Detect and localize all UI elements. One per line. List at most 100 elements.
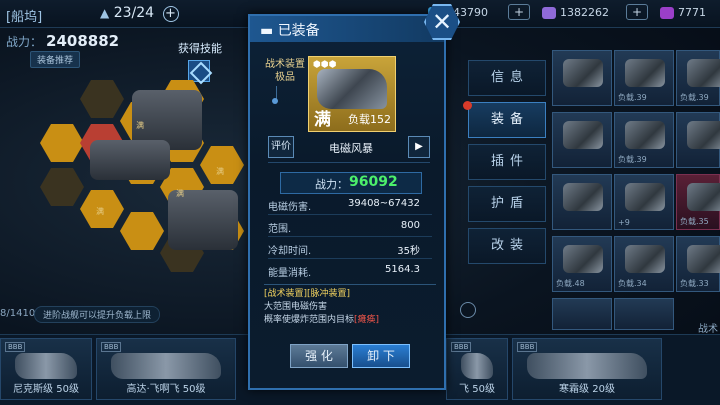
inventory-item[interactable]: 负载.33 [676, 236, 720, 292]
item-load-label: 负载.39 [618, 155, 647, 164]
ship-grade-tag: BBB [451, 342, 472, 352]
tab-info[interactable]: 信息 [468, 60, 546, 96]
ship-icon: ▲ [100, 6, 110, 20]
stat-value: 800 [400, 220, 420, 231]
item-load-label: 负载.39 [618, 93, 647, 102]
item-load-label: 负载.48 [556, 279, 585, 288]
equipment-thumbnail [563, 245, 603, 273]
inventory-item[interactable]: 负载.34 [614, 236, 674, 292]
dock-title: [船坞] [6, 10, 43, 25]
ship-hull [90, 140, 170, 180]
unequip-button[interactable]: 卸 下 [352, 344, 410, 368]
item-category-text: 战术装置 极品 [265, 59, 305, 83]
stat-label: 能量消耗. [268, 268, 312, 279]
equipment-thumbnail [625, 59, 665, 87]
add-ore-button[interactable]: + [508, 4, 530, 20]
equipment-thumbnail [625, 121, 665, 149]
modal-title-text: 已装备 [277, 23, 320, 39]
ship-card[interactable]: BBB 高达·飞啊飞 50级 [96, 338, 236, 400]
rotate-icon[interactable] [460, 302, 476, 318]
stat-label: 范围. [268, 224, 292, 235]
ship-grade-tag: BBB [5, 342, 26, 352]
item-load-label: +9 [618, 218, 630, 227]
purple-cube-icon [660, 7, 674, 19]
inventory-item[interactable]: 负载.39 [614, 50, 674, 106]
ship-card-label: 高达·飞啊飞 50级 [126, 384, 206, 395]
item-load: 负载152 [348, 113, 391, 126]
equipment-thumbnail [625, 183, 665, 211]
tab-shield[interactable]: 护盾 [468, 186, 546, 222]
enhance-button[interactable]: 强 化 [290, 344, 348, 368]
resource-cube: 7771 [660, 6, 706, 19]
inventory-item[interactable]: 负载.39 [676, 50, 720, 106]
inventory-item[interactable]: 负载.48 [552, 236, 612, 292]
add-crystal-button[interactable]: + [626, 4, 648, 20]
equipment-thumbnail [563, 59, 603, 87]
ship-thumbnail [527, 353, 647, 379]
page-indicator: 8/1410 [0, 308, 36, 319]
equipment-thumbnail [687, 59, 720, 87]
description-text: 大范围 [264, 302, 292, 312]
modal-header: ▬ 已装备 [250, 16, 444, 42]
equipment-thumbnail [687, 245, 720, 273]
inventory-item[interactable] [676, 112, 720, 168]
item-load-label: 负载.33 [680, 279, 709, 288]
evaluate-button[interactable]: 评价 [268, 136, 294, 158]
inventory-item[interactable] [552, 112, 612, 168]
ship-thumbnail [111, 353, 221, 379]
hex-full-label: 满 [96, 207, 104, 216]
notification-dot [463, 101, 472, 110]
item-load-label: 负载.34 [618, 279, 647, 288]
hex-full-label: 满 [176, 189, 184, 198]
stat-value: 39408~67432 [347, 198, 420, 209]
item-load-label: 负载.39 [680, 93, 709, 102]
equipment-thumbnail [687, 183, 720, 211]
play-preview-button[interactable]: ▶ [408, 136, 430, 158]
equipment-recommend-button[interactable]: 装备推荐 [30, 51, 81, 68]
ship-card[interactable]: BBB 尼克斯级 50级 [0, 338, 92, 400]
ship-thumbnail [15, 353, 77, 379]
tab-plugin[interactable]: 插件 [468, 144, 546, 180]
modal-title: ▬ 已装备 [260, 23, 320, 39]
stat-label: 冷却时间. [268, 246, 312, 257]
inventory-item[interactable]: +9 [614, 174, 674, 230]
side-label: 战术 [698, 324, 718, 335]
item-load-label: 负载.35 [680, 217, 709, 226]
inventory-item[interactable] [552, 174, 612, 230]
inventory-item[interactable]: 负载.39 [614, 112, 674, 168]
inventory-item[interactable] [614, 298, 674, 330]
stat-label: 电磁伤害. [268, 202, 312, 213]
item-portrait: ⬢⬢⬢ 满 负载152 [308, 56, 396, 132]
tab-equipment[interactable]: 装备 [468, 102, 546, 138]
connector-dot [272, 98, 278, 104]
equipped-module [168, 190, 238, 250]
inventory-item[interactable] [552, 50, 612, 106]
item-full-label: 满 [314, 110, 331, 130]
status-effect: [瘫痪] [354, 315, 380, 325]
description-highlight: 电磁伤害 [291, 302, 328, 312]
item-type-tags: [战术装置][脉冲装置] [264, 289, 351, 299]
item-description: [战术装置][脉冲装置] 大范围电磁伤害 概率使爆炸范围内目标[瘫痪] [264, 288, 440, 327]
hex-full-label: 满 [136, 121, 144, 130]
skill-icon[interactable] [188, 60, 210, 82]
purple-crystal-icon [542, 7, 556, 19]
ship-count-value: 23/24 [113, 5, 155, 21]
ship-count: ▲ 23/24 + [100, 5, 179, 22]
ship-card-label: 尼克斯级 50级 [13, 384, 79, 395]
inventory-item[interactable] [552, 298, 612, 330]
description-line: 大范围电磁伤害 [264, 301, 440, 314]
item-name: 电磁风暴 [329, 142, 373, 155]
equipment-thumbnail [563, 121, 603, 149]
equipment-thumbnail [563, 183, 603, 211]
divider [268, 258, 432, 259]
tab-modify[interactable]: 改装 [468, 228, 546, 264]
add-ship-button[interactable]: + [162, 6, 179, 22]
fleet-power-label: 战力： [6, 35, 43, 49]
equipment-thumbnail [625, 245, 665, 273]
ship-card[interactable]: BBB 飞 50级 [446, 338, 508, 400]
ship-card-label: 寒霜级 20级 [559, 384, 615, 395]
ship-card[interactable]: BBB 寒霜级 20级 [512, 338, 662, 400]
ship-grade-tag: BBB [101, 342, 122, 352]
inventory-item[interactable]: 负载.35 [676, 174, 720, 230]
equipment-thumbnail [687, 121, 720, 149]
